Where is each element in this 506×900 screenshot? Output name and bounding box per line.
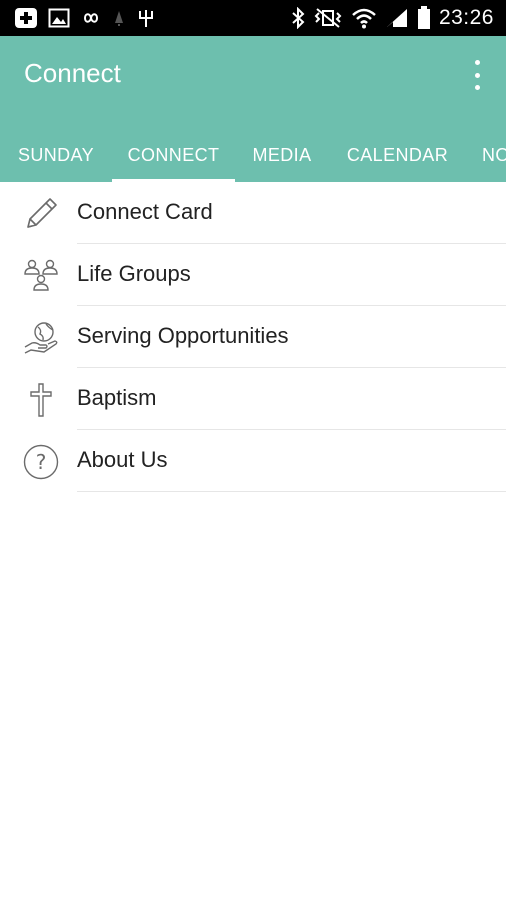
status-bar-notifications — [14, 6, 156, 30]
status-time: 23:26 — [438, 6, 494, 29]
more-vert-icon[interactable] — [470, 60, 484, 90]
cross-icon — [22, 381, 60, 419]
list-item-life-groups[interactable]: Life Groups — [0, 244, 506, 306]
hand-globe-icon — [22, 319, 60, 357]
status-bar-system: 23:26 — [291, 4, 494, 32]
add-box-icon — [14, 7, 38, 29]
tab-bar: SUNDAY CONNECT MEDIA CALENDAR NO — [0, 128, 506, 182]
list-item-label: About Us — [77, 447, 168, 472]
notification-icon — [112, 8, 126, 28]
connect-menu-list: Connect Card Life Groups Serving Opportu… — [0, 182, 506, 492]
list-item-label: Connect Card — [77, 199, 213, 224]
divider — [77, 491, 506, 492]
app-title: Connect — [24, 58, 121, 88]
usb-icon — [136, 7, 156, 29]
app-bar: Connect SUNDAY CONNECT MEDIA CALENDAR NO — [0, 36, 506, 182]
signal-icon — [385, 7, 409, 29]
people-group-icon — [22, 257, 60, 295]
tab-partial[interactable]: NO — [466, 128, 506, 182]
wifi-icon — [351, 7, 377, 29]
bluetooth-icon — [291, 7, 305, 29]
tab-sunday[interactable]: SUNDAY — [0, 128, 112, 182]
battery-icon — [417, 6, 431, 30]
tab-connect[interactable]: CONNECT — [112, 128, 235, 182]
infinity-icon — [80, 11, 102, 25]
list-item-label: Baptism — [77, 385, 157, 410]
vibrate-mute-icon — [313, 7, 343, 29]
list-item-connect-card[interactable]: Connect Card — [0, 182, 506, 244]
pencil-icon — [22, 195, 60, 233]
image-icon — [48, 8, 70, 28]
tab-media[interactable]: MEDIA — [235, 128, 329, 182]
list-item-serving-opportunities[interactable]: Serving Opportunities — [0, 306, 506, 368]
question-circle-icon: ? — [22, 443, 60, 481]
list-item-about-us[interactable]: ? About Us — [0, 430, 506, 492]
tab-calendar[interactable]: CALENDAR — [329, 128, 466, 182]
list-item-baptism[interactable]: Baptism — [0, 368, 506, 430]
list-item-label: Serving Opportunities — [77, 323, 289, 348]
list-item-label: Life Groups — [77, 261, 191, 286]
status-bar: 23:26 — [0, 0, 506, 36]
svg-text:?: ? — [36, 450, 47, 474]
